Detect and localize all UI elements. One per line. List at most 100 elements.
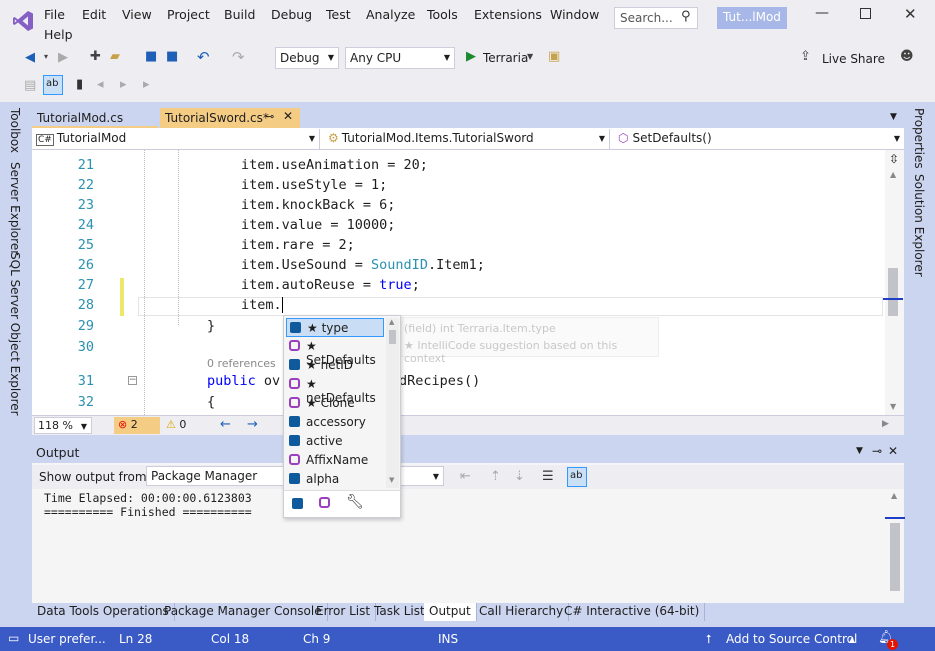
completion-item-type[interactable]: ★ type [286, 318, 384, 337]
solution-explorer-tab[interactable]: Solution Explorer [912, 174, 926, 277]
next-bookmark-folder-icon[interactable]: ▸ [143, 77, 150, 92]
save-icon[interactable]: ■ [145, 49, 157, 64]
word-wrap-icon[interactable]: ab [43, 75, 63, 95]
undo-icon[interactable]: ↶ [197, 48, 210, 66]
start-target-label[interactable]: Terraria [483, 51, 528, 65]
scroll-up-icon[interactable]: ▲ [891, 491, 897, 500]
search-icon[interactable]: ⚲ [681, 9, 691, 24]
menu-extensions[interactable]: Extensions [474, 7, 542, 22]
tab-package-manager-console[interactable]: Package Manager Console [159, 603, 328, 621]
redo-icon[interactable]: ↷ [232, 48, 245, 66]
toolbox-tab[interactable]: Toolbox [8, 108, 22, 153]
menu-debug[interactable]: Debug [271, 7, 312, 22]
close-icon[interactable]: ✕ [904, 5, 917, 23]
wrench-icon[interactable]: 🔧︎ [346, 494, 364, 510]
scrollbar-thumb[interactable] [888, 268, 898, 316]
server-explorer-tab[interactable]: Server Explorer [8, 162, 22, 255]
next-issue-icon[interactable]: → [247, 417, 258, 432]
tab-call-hierarchy[interactable]: Call Hierarchy [474, 603, 570, 621]
new-project-icon[interactable]: ✚ [90, 49, 101, 64]
tab-data-tools-operations[interactable]: Data Tools Operations [32, 603, 175, 621]
configuration-select[interactable]: Debug ▼ [275, 47, 339, 69]
completion-item-affixname[interactable]: AffixName [286, 451, 384, 470]
close-tab-icon[interactable]: ✕ [283, 109, 293, 123]
scroll-right-icon[interactable]: ▶ [882, 419, 889, 429]
scroll-up-icon[interactable]: ▲ [389, 318, 394, 326]
prev-bookmark-icon[interactable]: ◂ [97, 77, 104, 92]
previous-message-icon[interactable]: ⇡ [490, 469, 501, 484]
start-dropdown-icon[interactable]: ▼ [527, 52, 533, 61]
completion-item-alpha[interactable]: alpha [286, 470, 384, 489]
window-menu-icon[interactable]: ▼ [856, 446, 863, 456]
zoom-select[interactable]: 118 % ▼ [34, 417, 92, 434]
menu-analyze[interactable]: Analyze [366, 7, 415, 22]
completion-item-netid[interactable]: ★ netID [286, 356, 384, 375]
insert-mode-indicator[interactable]: INS [438, 632, 458, 646]
forward-icon[interactable]: ▶ [58, 50, 68, 65]
open-folder-icon[interactable]: ▰ [110, 49, 120, 64]
scrollbar-thumb[interactable] [890, 523, 900, 591]
platform-select[interactable]: Any CPU ▼ [345, 47, 455, 69]
codelens-references[interactable]: 0 references [207, 357, 276, 370]
search-box[interactable]: Search... ⚲ [614, 7, 698, 29]
maximize-icon[interactable] [860, 8, 871, 19]
live-share-button[interactable]: Live Share [822, 52, 885, 66]
editor-scrollbar[interactable]: ⇳ ▲ ▼ [885, 150, 904, 415]
completion-item-clone[interactable]: ★ Clone [286, 394, 384, 413]
live-share-icon[interactable]: ⇪ [800, 49, 811, 64]
completion-item-setdefaults[interactable]: ★ SetDefaults [286, 337, 384, 367]
quick-info-icon[interactable]: ▤ [24, 78, 36, 93]
warning-count[interactable]: ⚠ 0 [162, 417, 202, 434]
scroll-down-icon[interactable]: ▼ [890, 402, 896, 411]
next-bookmark-icon[interactable]: ▸ [120, 77, 127, 92]
tab-error-list[interactable]: Error List [311, 603, 377, 621]
completion-list[interactable]: ★ type ★ SetDefaults ★ netID ★ netDefaul… [283, 315, 401, 518]
tab-csharp-interactive[interactable]: C# Interactive (64-bit) [559, 603, 706, 621]
menu-build[interactable]: Build [224, 7, 255, 22]
back-dropdown-icon[interactable]: ▾ [44, 52, 48, 61]
go-to-line-icon[interactable]: ⇤ [460, 469, 471, 484]
menu-edit[interactable]: Edit [82, 7, 106, 22]
completion-scrollbar[interactable]: ▲ ▼ [386, 318, 399, 488]
next-message-icon[interactable]: ⇣ [514, 469, 525, 484]
properties-tab[interactable]: Properties [912, 108, 926, 169]
menu-view[interactable]: View [122, 7, 152, 22]
output-text[interactable]: Time Elapsed: 00:00:00.6123803 ==========… [32, 489, 887, 601]
tab-tutorialmod[interactable]: TutorialMod.cs [32, 108, 158, 128]
completion-item-active[interactable]: active [286, 432, 384, 451]
scroll-up-icon[interactable]: ▲ [890, 170, 896, 179]
tab-output[interactable]: Output [424, 603, 477, 621]
save-all-icon[interactable]: ■ [166, 49, 178, 64]
start-debug-icon[interactable]: ▶ [466, 49, 476, 64]
previous-issue-icon[interactable]: ← [220, 417, 231, 432]
word-wrap-icon[interactable]: ab [567, 467, 587, 487]
type-dropdown[interactable]: ⚙ TutorialMod.Items.TutorialSword ▼ [324, 129, 610, 149]
menu-test[interactable]: Test [326, 7, 351, 22]
bookmark-icon[interactable]: ▮ [76, 77, 83, 92]
scroll-down-icon[interactable]: ▼ [389, 476, 394, 484]
output-scrollbar[interactable]: ▲ [885, 489, 905, 601]
project-dropdown[interactable]: C# TutorialMod ▼ [32, 129, 320, 149]
scrollbar-thumb[interactable] [389, 330, 396, 344]
error-count[interactable]: ⊗ 2 [114, 417, 160, 434]
split-icon[interactable]: ⇳ [889, 152, 899, 166]
tab-tutorialsword[interactable]: TutorialSword.cs* ⊸ ✕ [160, 108, 300, 128]
menu-project[interactable]: Project [167, 7, 210, 22]
minimize-icon[interactable]: — [815, 5, 829, 21]
tab-list-dropdown-icon[interactable]: ▼ [890, 112, 897, 122]
pin-icon[interactable]: ⊸ [265, 110, 274, 123]
menu-help[interactable]: Help [44, 27, 73, 42]
add-to-source-control-button[interactable]: Add to Source Control [726, 632, 857, 646]
back-icon[interactable]: ◀ [25, 50, 35, 65]
filter-methods-icon[interactable] [319, 497, 330, 508]
menu-file[interactable]: File [44, 7, 65, 22]
tab-task-list[interactable]: Task List [369, 603, 431, 621]
menu-window[interactable]: Window [550, 7, 599, 22]
filter-fields-icon[interactable] [292, 498, 303, 509]
feedback-icon[interactable]: ☻ [900, 49, 914, 64]
clear-all-icon[interactable]: ☰ [542, 469, 554, 484]
collapse-icon[interactable]: − [128, 376, 137, 385]
pin-icon[interactable]: ⊸ [872, 444, 882, 458]
completion-item-accessory[interactable]: accessory [286, 413, 384, 432]
menu-tools[interactable]: Tools [427, 7, 458, 22]
